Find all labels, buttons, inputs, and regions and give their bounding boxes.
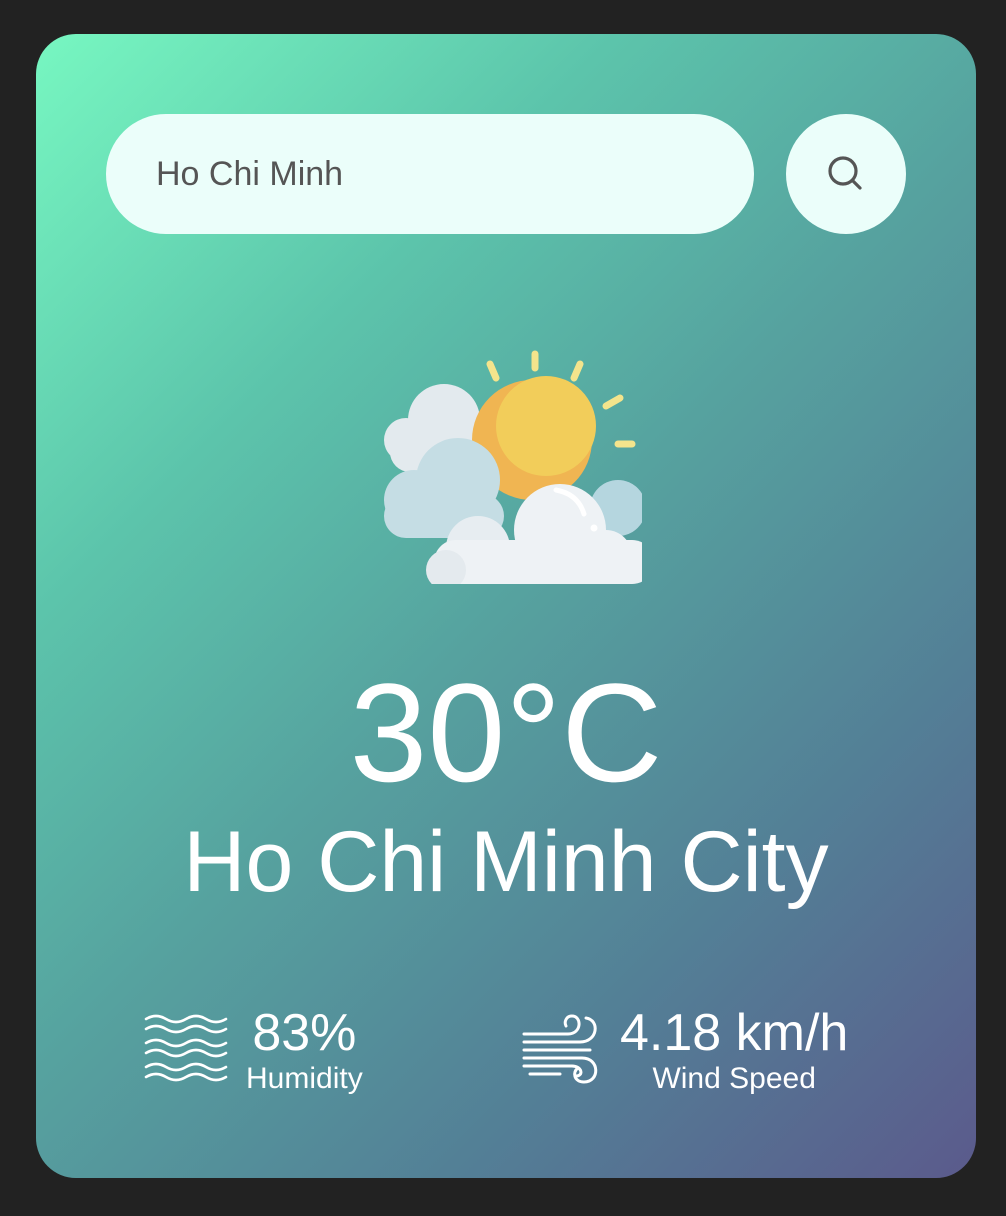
search-input[interactable] (106, 114, 754, 234)
wind-stat: 4.18 km/h Wind Speed (520, 1000, 848, 1100)
search-icon (828, 156, 862, 190)
partly-cloudy-sun-icon (384, 350, 642, 584)
city-name: Ho Chi Minh City (183, 814, 829, 910)
wind-icon (522, 1014, 598, 1084)
humidity-text: 83% Humidity (246, 1004, 363, 1096)
weather-card: 30°C Ho Chi Minh City 83% Humidity (36, 34, 976, 1178)
humidity-value: 83% (252, 1004, 357, 1062)
wind-value: 4.18 km/h (620, 1004, 849, 1062)
wind-label: Wind Speed (652, 1062, 816, 1095)
search-button[interactable] (786, 114, 906, 234)
humidity-stat: 83% Humidity (144, 1000, 363, 1100)
humidity-label: Humidity (246, 1062, 363, 1095)
humidity-waves-icon (144, 1014, 228, 1082)
wind-text: 4.18 km/h Wind Speed (620, 1004, 848, 1096)
temperature: 30°C (349, 654, 663, 811)
